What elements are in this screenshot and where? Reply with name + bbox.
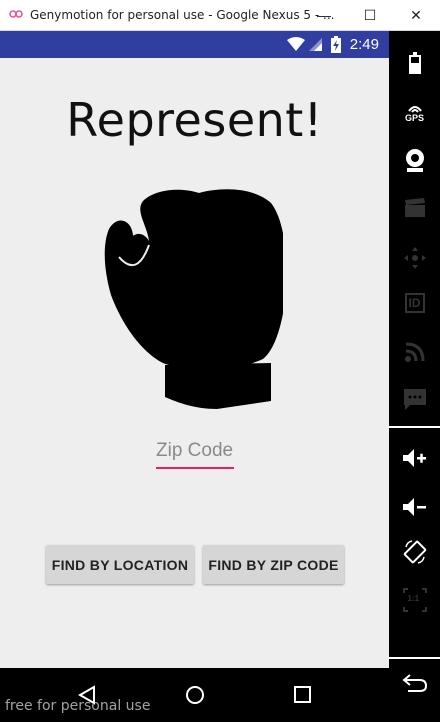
sms-icon (403, 389, 426, 410)
volume-up-icon (402, 449, 426, 467)
dpad-button[interactable] (389, 238, 440, 278)
close-button[interactable]: ✕ (393, 0, 439, 30)
find-by-zip-code-button[interactable]: FIND BY ZIP CODE (203, 545, 344, 584)
nav-home-icon[interactable] (185, 685, 205, 705)
battery-icon (408, 52, 421, 74)
status-bar: 2:49 (0, 31, 389, 58)
raised-fist-icon (104, 189, 283, 409)
pixel-ratio-icon: 1:1 (402, 588, 427, 612)
maximize-button[interactable]: ☐ (347, 0, 393, 30)
window-title: Genymotion for personal use - Google Nex… (30, 8, 335, 22)
zip-code-input[interactable] (156, 440, 234, 462)
genymotion-logo-icon (9, 10, 23, 18)
status-time: 2:49 (349, 36, 379, 53)
watermark-text: free for personal use (5, 698, 151, 714)
wifi-icon (287, 37, 305, 51)
network-button[interactable] (389, 332, 440, 372)
zip-code-field[interactable] (156, 440, 234, 469)
clapperboard-icon (404, 198, 425, 217)
phone-screen: 2:49 Represent! FIND BY LOCATION FIND BY… (0, 31, 389, 722)
maximize-icon: ☐ (363, 6, 377, 23)
id-icon: ID (404, 293, 425, 313)
side-panel-divider-bottom (389, 657, 440, 659)
sms-button[interactable] (389, 379, 440, 419)
volume-up-button[interactable] (389, 438, 440, 478)
rotate-button[interactable] (389, 532, 440, 572)
id-label: ID (408, 296, 421, 310)
minimize-icon: — (317, 7, 331, 23)
capture-button[interactable] (389, 188, 440, 228)
back-icon (401, 674, 427, 692)
pixel-ratio-button[interactable]: 1:1 (389, 580, 440, 620)
back-button[interactable] (389, 663, 440, 703)
gps-label: GPS (404, 113, 424, 123)
window-titlebar: Genymotion for personal use - Google Nex… (0, 0, 440, 31)
device-id-button[interactable]: ID (389, 283, 440, 323)
battery-charging-icon (331, 36, 341, 53)
gps-icon (407, 106, 422, 113)
find-by-location-button[interactable]: FIND BY LOCATION (46, 545, 194, 584)
rotate-icon (403, 540, 426, 564)
volume-down-button[interactable] (389, 487, 440, 527)
minimize-button[interactable]: — (301, 0, 347, 30)
genymotion-side-panel: GPS ID 1:1 (389, 31, 440, 722)
side-panel-divider (389, 426, 440, 428)
cell-signal-icon (309, 38, 322, 51)
dpad-icon (403, 247, 426, 269)
camera-button[interactable] (389, 140, 440, 180)
nav-recents-icon[interactable] (294, 686, 311, 703)
rss-icon (404, 342, 424, 362)
gps-button[interactable]: GPS (389, 93, 440, 133)
close-icon: ✕ (410, 6, 422, 23)
zip-code-underline (156, 467, 234, 469)
battery-button[interactable] (389, 43, 440, 83)
volume-down-icon (402, 498, 426, 516)
app-title: Represent! (66, 93, 323, 147)
camera-icon (405, 149, 424, 172)
